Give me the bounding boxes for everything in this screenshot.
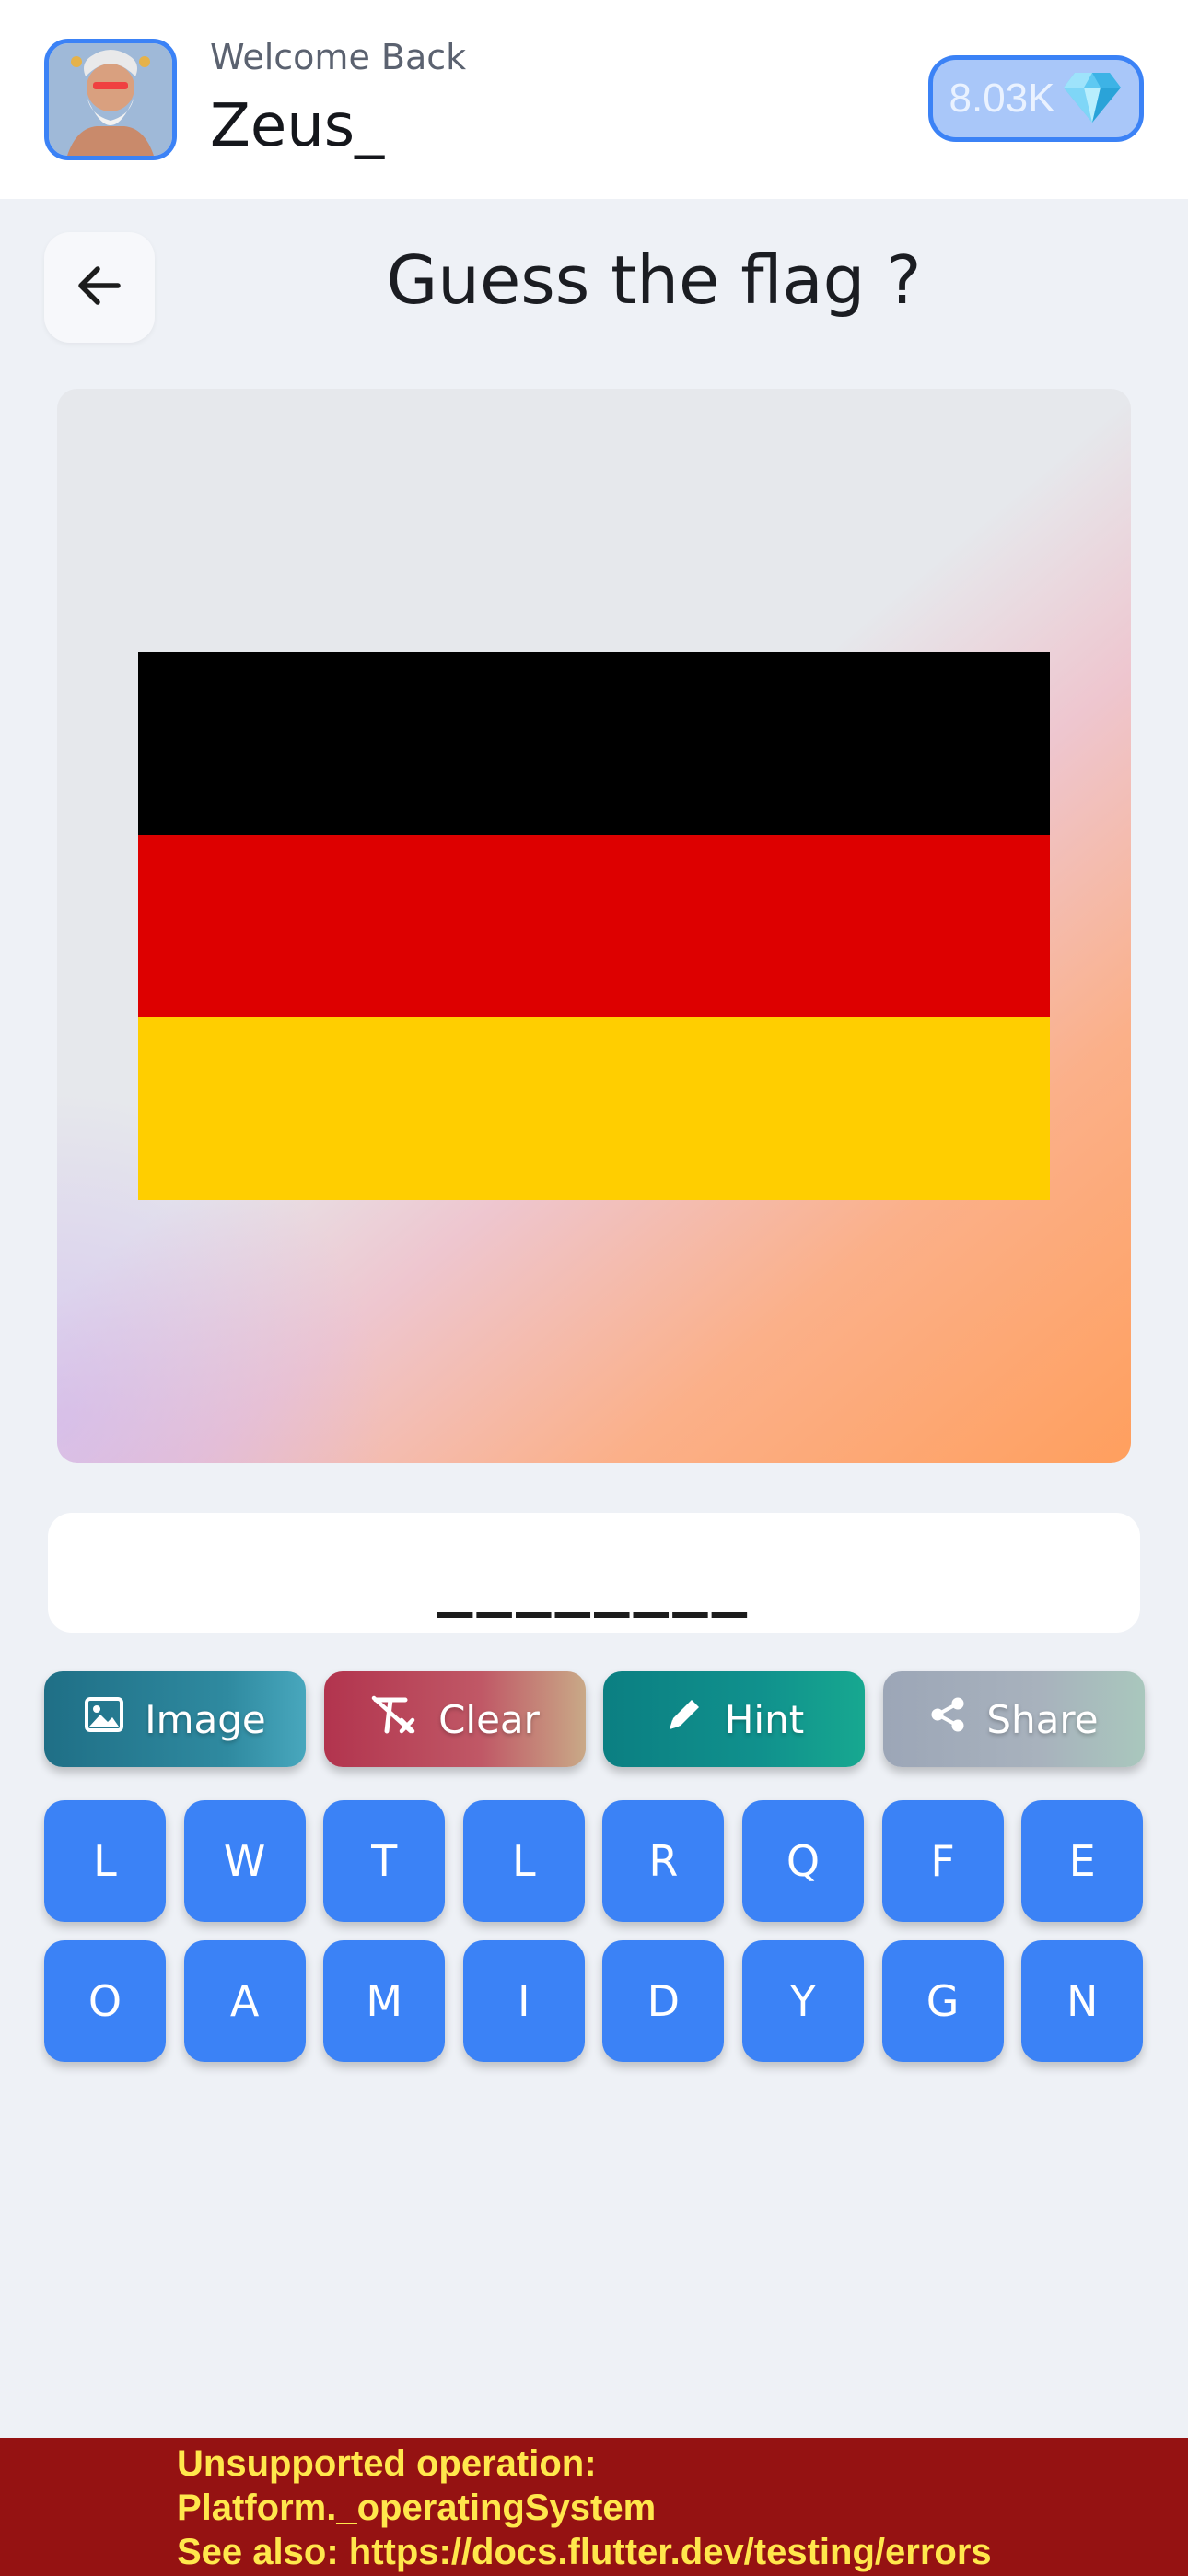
error-line-2: Platform._operatingSystem	[177, 2488, 657, 2528]
page-title: Guess the flag ?	[386, 241, 922, 319]
letter-key[interactable]: R	[602, 1800, 725, 1922]
error-message: Unsupported operation: Platform._operati…	[177, 2438, 992, 2574]
welcome-text: Welcome Back	[210, 37, 467, 77]
share-button-label: Share	[986, 1696, 1099, 1742]
error-line-1: Unsupported operation:	[177, 2443, 597, 2484]
zeus-avatar-image	[49, 43, 172, 156]
pencil-icon	[664, 1694, 705, 1744]
username: Zeus_	[210, 92, 385, 160]
share-icon	[929, 1696, 966, 1742]
image-button-label: Image	[145, 1696, 266, 1742]
letter-key[interactable]: L	[44, 1800, 166, 1922]
flag-stripe-red	[138, 835, 1050, 1017]
letter-key[interactable]: Y	[741, 1940, 864, 2062]
letter-key[interactable]: L	[462, 1800, 585, 1922]
flag-stripe-gold	[138, 1017, 1050, 1200]
share-button[interactable]: Share	[883, 1671, 1145, 1767]
letter-keyboard: L W T L R Q F E O A M I D Y G N	[44, 1800, 1144, 2062]
letter-key[interactable]: G	[881, 1940, 1004, 2062]
letter-key[interactable]: O	[44, 1940, 166, 2062]
clear-button-label: Clear	[438, 1696, 540, 1742]
letter-key[interactable]: N	[1021, 1940, 1144, 2062]
letter-key[interactable]: A	[183, 1940, 306, 2062]
flag-stripe-black	[138, 652, 1050, 835]
clear-button[interactable]: Clear	[324, 1671, 586, 1767]
avatar[interactable]	[44, 39, 177, 160]
letter-key[interactable]: W	[183, 1800, 306, 1922]
letter-key[interactable]: D	[602, 1940, 725, 2062]
app-header: Welcome Back Zeus_ 8.03K	[0, 0, 1188, 199]
flag-card	[57, 389, 1131, 1463]
letter-key[interactable]: E	[1021, 1800, 1144, 1922]
letter-key[interactable]: F	[881, 1800, 1004, 1922]
diamond-icon	[1062, 69, 1123, 129]
answer-slots: ________	[437, 1551, 751, 1619]
hint-button[interactable]: Hint	[603, 1671, 865, 1767]
arrow-left-icon	[74, 260, 125, 316]
image-icon	[84, 1696, 124, 1742]
hint-button-label: Hint	[724, 1696, 805, 1742]
clear-format-icon	[370, 1694, 418, 1744]
letter-key[interactable]: T	[323, 1800, 446, 1922]
back-button[interactable]	[44, 232, 155, 343]
image-button[interactable]: Image	[44, 1671, 306, 1767]
letter-key[interactable]: M	[323, 1940, 446, 2062]
gem-count: 8.03K	[949, 76, 1055, 121]
answer-field[interactable]: ________	[48, 1513, 1140, 1633]
letter-key[interactable]: I	[462, 1940, 585, 2062]
gem-balance-badge[interactable]: 8.03K	[928, 55, 1144, 142]
error-banner: Unsupported operation: Platform._operati…	[0, 2438, 1188, 2576]
flag-image	[138, 652, 1050, 1200]
letter-key[interactable]: Q	[741, 1800, 864, 1922]
error-line-3: See also: https://docs.flutter.dev/testi…	[177, 2532, 992, 2572]
